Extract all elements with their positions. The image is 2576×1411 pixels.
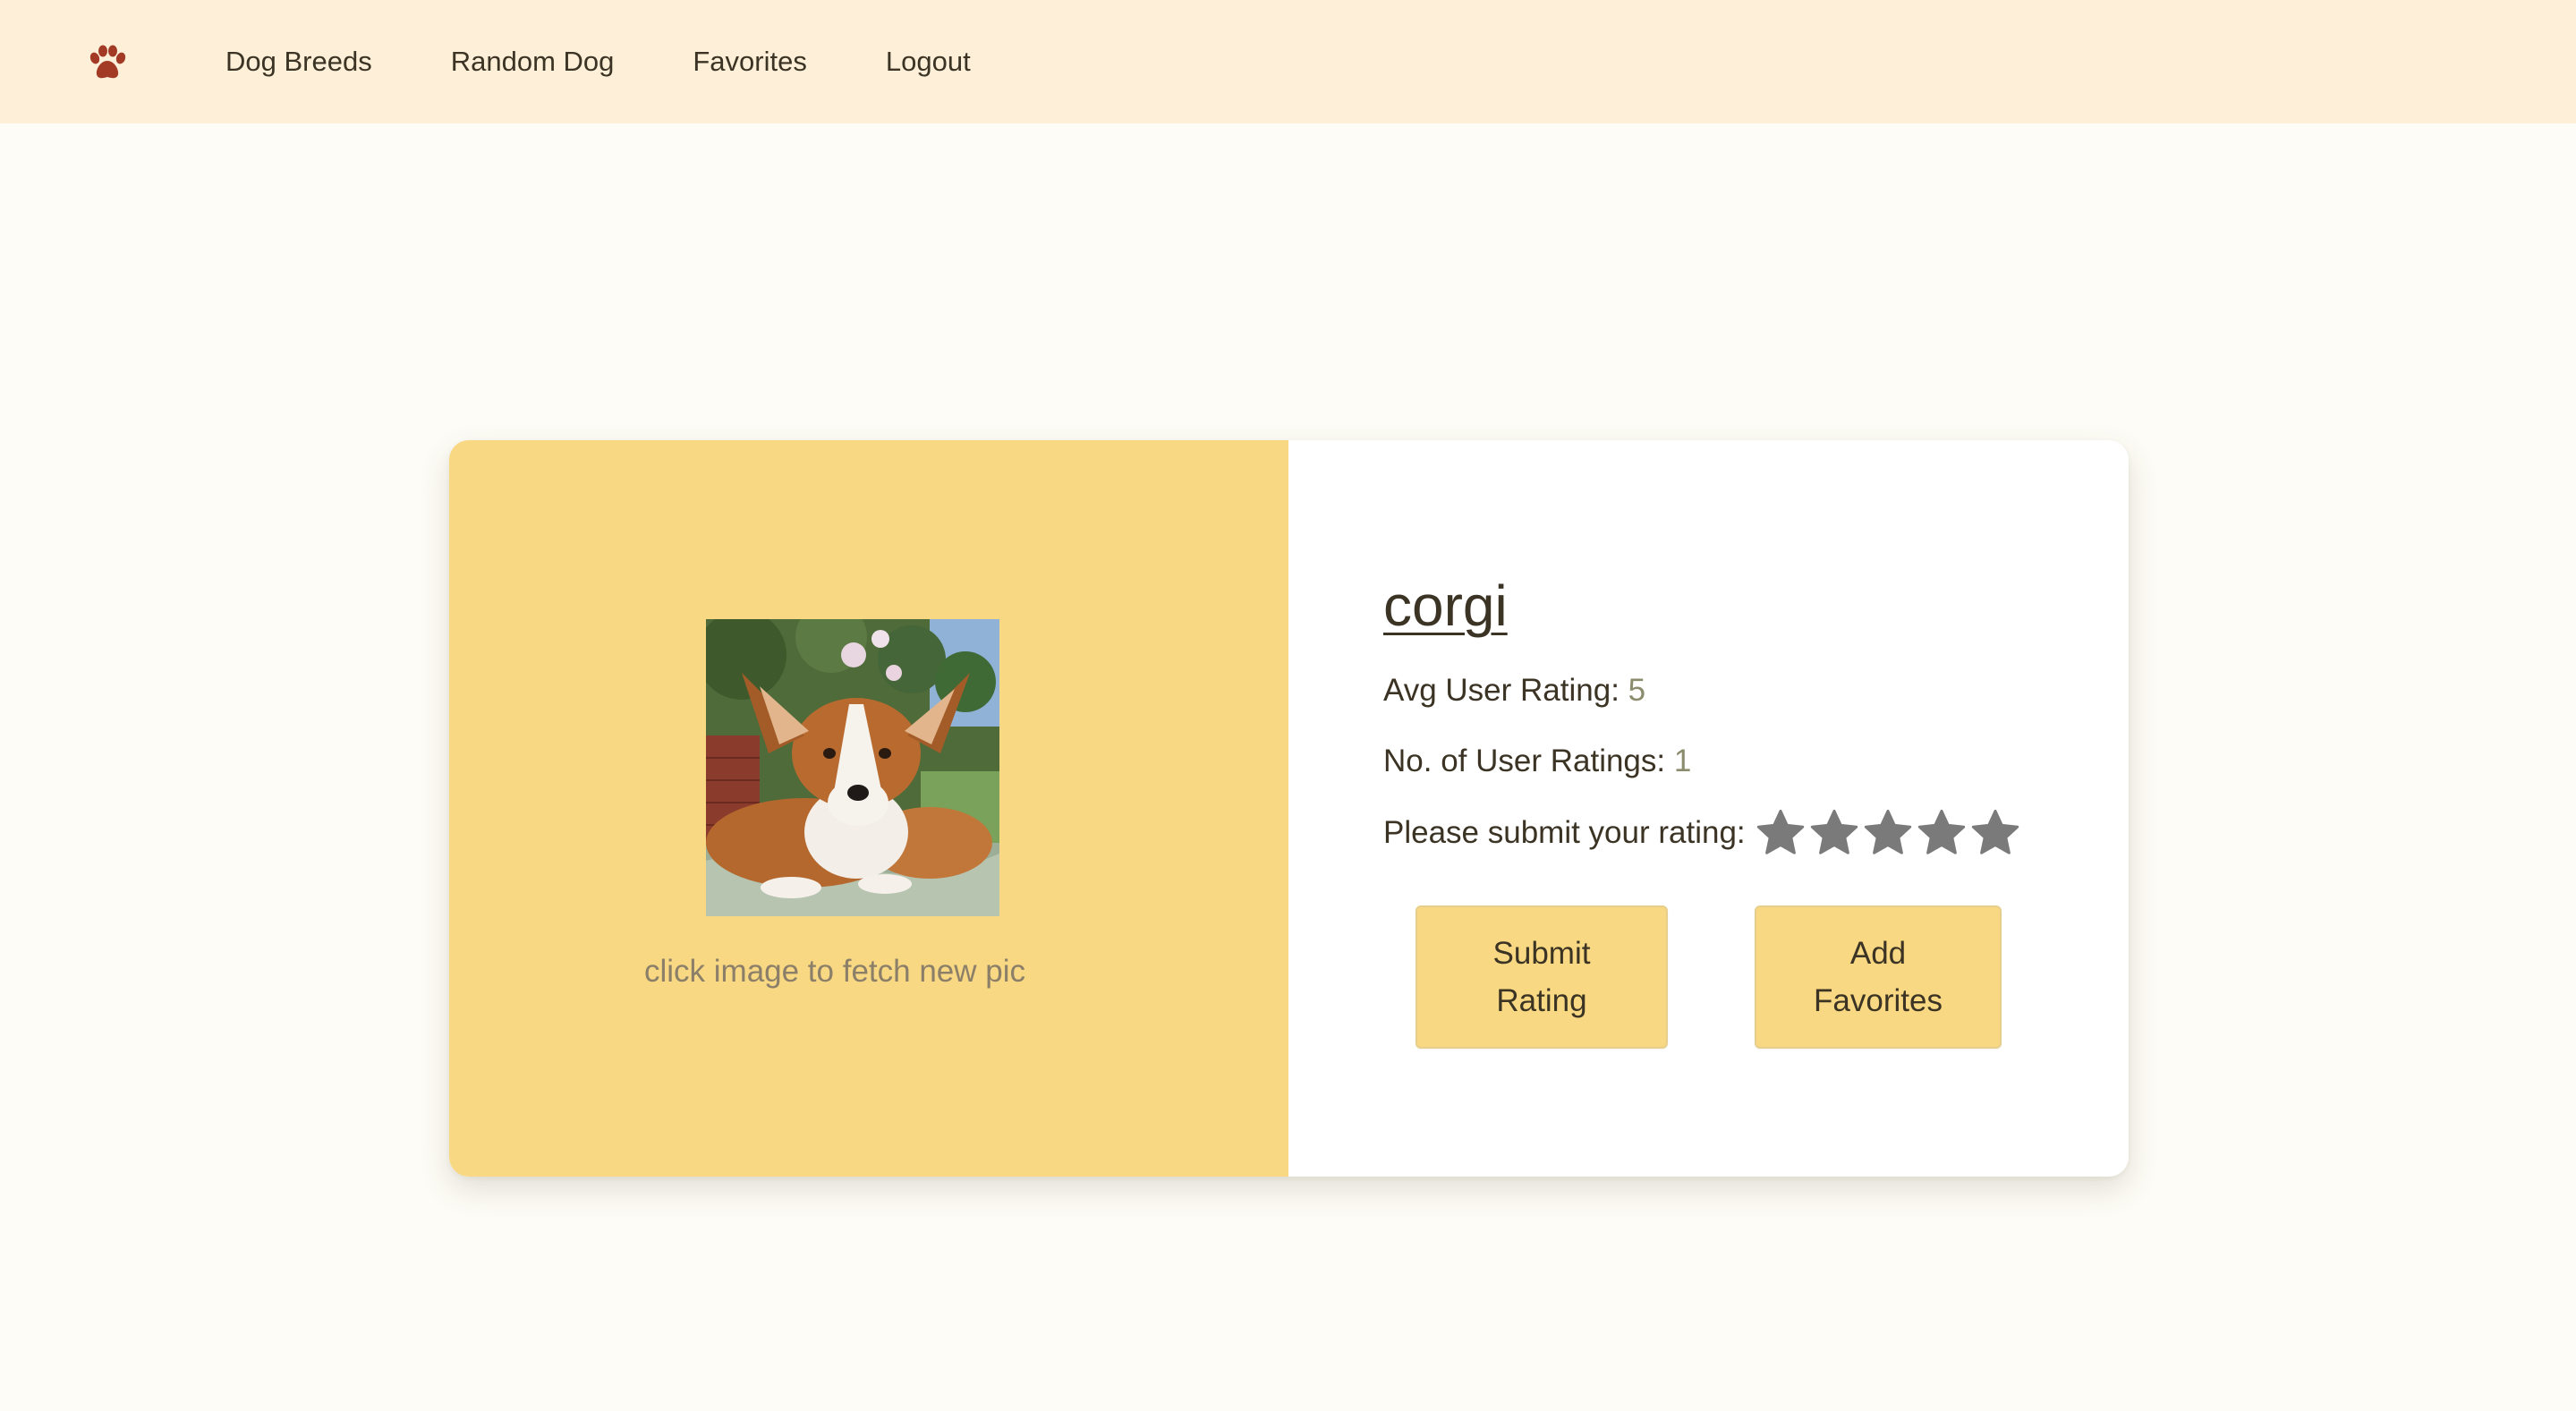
rating-count-label: No. of User Ratings: (1383, 744, 1674, 778)
nav-link-dog-breeds[interactable]: Dog Breeds (225, 46, 372, 78)
rating-prompt: Please submit your rating: (1383, 815, 1746, 850)
star-icon[interactable] (1916, 807, 1968, 859)
card-image-panel: click image to fetch new pic (449, 440, 1288, 1177)
photo-hint-text: click image to fetch new pic (643, 954, 1025, 989)
avg-rating-label: Avg User Rating: (1383, 673, 1628, 708)
star-icon[interactable] (1808, 807, 1860, 859)
star-icon[interactable] (1755, 807, 1807, 859)
add-favorites-label: Add Favorites (1814, 936, 1943, 1018)
avg-rating-line: Avg User Rating: 5 (1383, 673, 1645, 709)
rating-count-value: 1 (1673, 744, 1692, 778)
add-favorites-button[interactable]: Add Favorites (1755, 905, 2002, 1049)
dog-photo-illustration (706, 619, 999, 916)
star-icon[interactable] (1862, 807, 1914, 859)
top-navbar: Dog Breeds Random Dog Favorites Logout (0, 0, 2576, 123)
avg-rating-value: 5 (1628, 673, 1646, 708)
rating-input-row: Please submit your rating: (1383, 807, 2021, 859)
nav-link-favorites[interactable]: Favorites (693, 46, 806, 78)
star-icon[interactable] (1969, 807, 2021, 859)
nav-link-random-dog[interactable]: Random Dog (451, 46, 615, 78)
paw-icon (89, 45, 126, 79)
submit-rating-button[interactable]: Submit Rating (1416, 905, 1668, 1049)
nav-link-logout[interactable]: Logout (886, 46, 971, 78)
nav-links: Dog Breeds Random Dog Favorites Logout (225, 0, 971, 123)
breed-card: click image to fetch new pic corgi Avg U… (449, 440, 2129, 1177)
rating-count-line: No. of User Ratings: 1 (1383, 744, 1691, 779)
star-rating (1755, 807, 2021, 859)
breed-name-link[interactable]: corgi (1383, 573, 1508, 639)
paw-logo-icon[interactable] (88, 45, 127, 81)
dog-photo[interactable] (706, 619, 999, 916)
card-info-panel: corgi Avg User Rating: 5 No. of User Rat… (1288, 440, 2129, 1177)
submit-rating-label: Submit Rating (1492, 936, 1591, 1018)
